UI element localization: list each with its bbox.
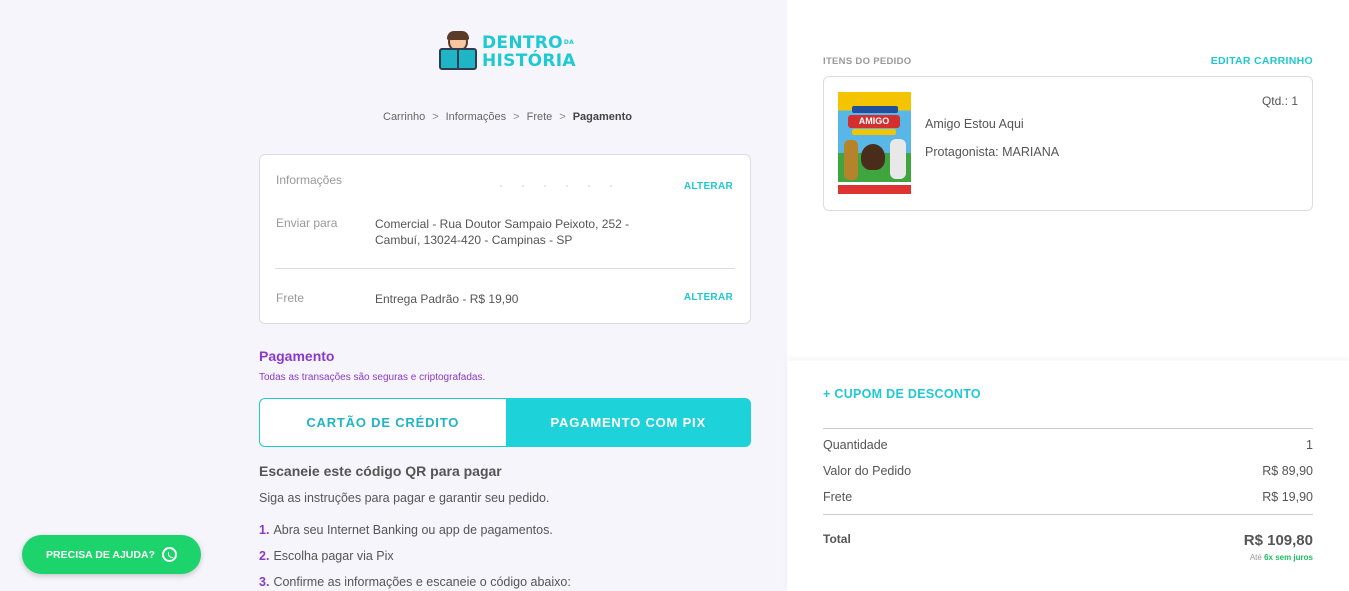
alterar-info-link[interactable]: ALTERAR xyxy=(684,181,733,192)
total-value: R$ 109,80 xyxy=(1243,532,1313,549)
installments-note: Até 6x sem juros xyxy=(1249,553,1313,562)
help-label: PRECISA DE AJUDA? xyxy=(46,548,155,561)
help-whatsapp-button[interactable]: PRECISA DE AJUDA? xyxy=(22,535,201,574)
list-item: 2. Escolha pagar via Pix xyxy=(259,549,394,563)
summary-row-quantidade: Quantidade 1 xyxy=(823,438,1313,452)
whatsapp-icon xyxy=(161,547,177,562)
total-label: Total xyxy=(823,532,851,546)
payment-method-tabs: CARTÃO DE CRÉDITO PAGAMENTO COM PIX xyxy=(259,398,751,447)
coupon-link[interactable]: + CUPOM DE DESCONTO xyxy=(823,387,981,401)
list-item: 1. Abra seu Internet Banking ou app de pa… xyxy=(259,523,553,537)
tab-pix[interactable]: PAGAMENTO COM PIX xyxy=(505,398,751,447)
breadcrumb-pagamento: Pagamento xyxy=(572,111,633,123)
summary-row-valor: Valor do Pedido R$ 89,90 xyxy=(823,464,1313,478)
masked-contact xyxy=(500,185,612,187)
item-name: Amigo Estou Aqui xyxy=(925,117,1024,131)
list-item: 3. Confirme as informações e escaneie o c… xyxy=(259,575,571,589)
reading-kid-icon xyxy=(439,31,477,72)
order-info-box: Informações ALTERAR Enviar para Comercia… xyxy=(259,154,751,324)
alterar-frete-link[interactable]: ALTERAR xyxy=(684,292,733,303)
items-heading: ITENS DO PEDIDO xyxy=(823,56,912,67)
breadcrumb-informacoes[interactable]: Informações xyxy=(446,111,507,123)
payment-subtitle: Todas as transações são seguras e cripto… xyxy=(259,372,486,383)
frete-value: Entrega Padrão - R$ 19,90 xyxy=(375,292,519,306)
item-protagonist: Protagonista: MARIANA xyxy=(925,145,1060,159)
order-summary-panel: ITENS DO PEDIDO EDITAR CARRINHO AMIGO Qt… xyxy=(787,0,1349,591)
shipping-address: Comercial - Rua Doutor Sampaio Peixoto, … xyxy=(375,217,630,247)
divider xyxy=(823,514,1313,515)
breadcrumb-frete[interactable]: Frete xyxy=(527,111,553,123)
checkout-panel: DENTRODA HISTÓRIA Carrinho > Informações… xyxy=(0,0,787,591)
pix-steps: 1. Abra seu Internet Banking ou app de pa… xyxy=(259,523,571,591)
payment-title: Pagamento xyxy=(259,348,335,364)
qr-subtitle: Siga as instruções para pagar e garantir… xyxy=(259,491,550,505)
item-quantity: Qtd.: 1 xyxy=(1261,94,1298,108)
book-cover-image: AMIGO xyxy=(838,92,911,194)
tab-credit-card[interactable]: CARTÃO DE CRÉDITO xyxy=(259,398,506,447)
breadcrumb-carrinho[interactable]: Carrinho xyxy=(383,111,425,123)
edit-cart-link[interactable]: EDITAR CARRINHO xyxy=(1211,55,1313,67)
order-totals: + CUPOM DE DESCONTO Quantidade 1 Valor do… xyxy=(787,361,1349,591)
divider xyxy=(823,428,1313,429)
qr-title: Escaneie este código QR para pagar xyxy=(259,463,502,479)
summary-row-frete: Frete R$ 19,90 xyxy=(823,490,1313,504)
brand-logo[interactable]: DENTRODA HISTÓRIA xyxy=(439,31,576,72)
divider xyxy=(275,268,735,269)
brand-name: DENTRODA HISTÓRIA xyxy=(482,33,576,71)
order-item-card: AMIGO Qtd.: 1 Amigo Estou Aqui Protagoni… xyxy=(823,76,1313,211)
breadcrumb: Carrinho > Informações > Frete > Pagamen… xyxy=(383,111,633,123)
